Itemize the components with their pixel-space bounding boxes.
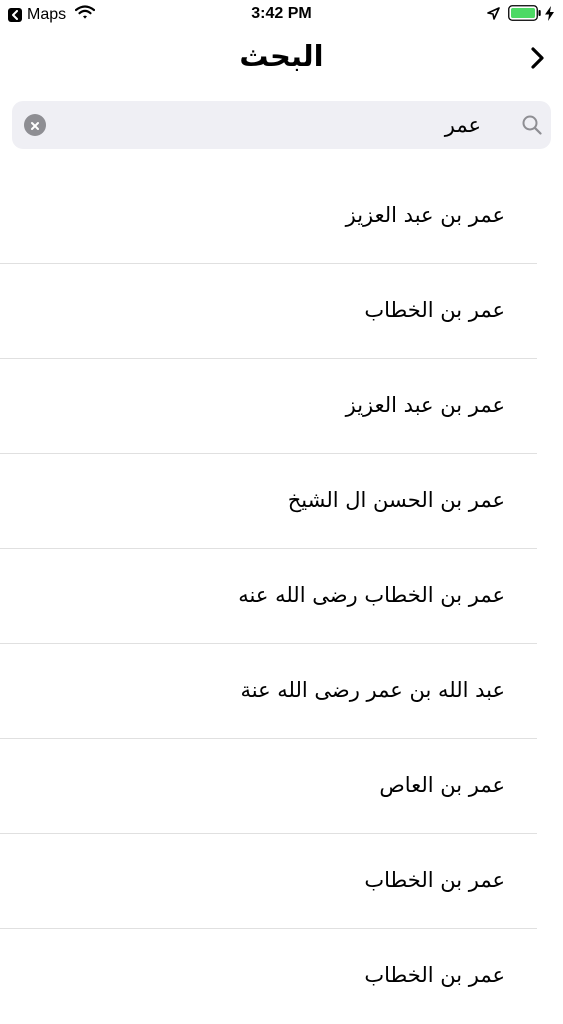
clear-icon bbox=[30, 116, 40, 135]
results-list: عمر بن عبد العزيز عمر بن الخطاب عمر بن ع… bbox=[0, 169, 563, 1024]
search-input[interactable] bbox=[56, 101, 481, 149]
list-item[interactable]: عمر بن الخطاب bbox=[0, 264, 563, 359]
status-bar: Maps 3:42 PM bbox=[0, 0, 563, 30]
list-item-label: عمر بن الحسن ال الشيخ bbox=[287, 488, 505, 512]
list-item-label: عمر بن الخطاب bbox=[364, 963, 505, 987]
list-item-label: عمر بن عبد العزيز bbox=[345, 203, 505, 227]
charging-bolt-icon bbox=[545, 5, 554, 26]
page-title: البحث bbox=[239, 39, 324, 73]
clear-search-button[interactable] bbox=[24, 114, 46, 136]
list-item[interactable]: عمر بن الحسن ال الشيخ bbox=[0, 454, 563, 549]
list-item[interactable]: عمر بن العاص bbox=[0, 739, 563, 834]
list-item[interactable]: عمر بن الخطاب bbox=[0, 929, 563, 1024]
back-button[interactable] bbox=[520, 42, 556, 78]
list-item-label: عمر بن الخطاب رضى الله عنه bbox=[238, 583, 505, 607]
nav-bar: البحث bbox=[0, 30, 563, 90]
list-item[interactable]: عبد الله بن عمر رضى الله عنة bbox=[0, 644, 563, 739]
list-item-label: عمر بن الخطاب bbox=[364, 298, 505, 322]
list-item[interactable]: عمر بن عبد العزيز bbox=[0, 169, 563, 264]
list-item[interactable]: عمر بن عبد العزيز bbox=[0, 359, 563, 454]
list-item-label: عمر بن العاص bbox=[379, 773, 505, 797]
magnifier-icon bbox=[521, 114, 543, 140]
chevron-right-icon bbox=[530, 47, 546, 73]
list-item[interactable]: عمر بن الخطاب bbox=[0, 834, 563, 929]
list-item-label: عمر بن الخطاب bbox=[364, 868, 505, 892]
list-item[interactable]: عمر بن الخطاب رضى الله عنه bbox=[0, 549, 563, 644]
list-item-label: عمر بن عبد العزيز bbox=[345, 393, 505, 417]
location-arrow-icon bbox=[487, 6, 500, 25]
list-item-label: عبد الله بن عمر رضى الله عنة bbox=[240, 678, 505, 702]
search-bar bbox=[12, 101, 551, 149]
status-time: 3:42 PM bbox=[251, 5, 312, 22]
battery-icon bbox=[508, 5, 542, 26]
